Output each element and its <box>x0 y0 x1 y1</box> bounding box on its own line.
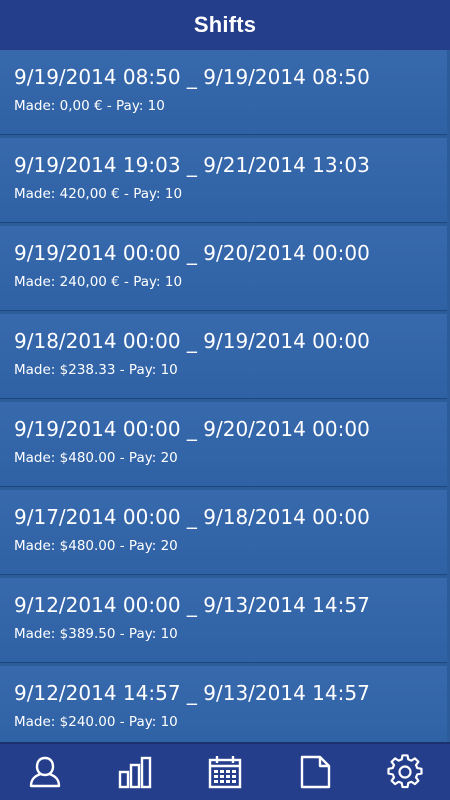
shift-details: Made: 420,00 € - Pay: 10 <box>14 186 183 202</box>
shift-details: Made: $238.33 - Pay: 10 <box>14 362 178 378</box>
shift-range: 9/12/2014 00:00 _ 9/13/2014 14:57 <box>14 593 370 617</box>
shift-row[interactable]: 9/19/2014 19:03 _ 9/21/2014 13:03 Made: … <box>0 138 447 223</box>
tab-calendar[interactable] <box>197 747 253 797</box>
shift-range: 9/19/2014 19:03 _ 9/21/2014 13:03 <box>14 153 370 177</box>
shift-details: Made: $480.00 - Pay: 20 <box>14 538 178 554</box>
shift-range: 9/19/2014 08:50 _ 9/19/2014 08:50 <box>14 65 370 89</box>
shift-range: 9/18/2014 00:00 _ 9/19/2014 00:00 <box>14 329 370 353</box>
app-header: Shifts <box>0 0 450 50</box>
shift-details: Made: $480.00 - Pay: 20 <box>14 450 178 466</box>
document-icon <box>300 755 331 789</box>
person-icon <box>29 756 61 788</box>
shift-details: Made: 240,00 € - Pay: 10 <box>14 274 183 290</box>
gear-icon <box>387 754 423 789</box>
shift-range: 9/17/2014 00:00 _ 9/18/2014 00:00 <box>14 505 370 529</box>
bottom-tab-bar <box>0 742 450 800</box>
shift-details: Made: $240.00 - Pay: 10 <box>14 714 178 730</box>
shift-details: Made: $389.50 - Pay: 10 <box>14 626 178 642</box>
tab-statistics[interactable] <box>107 747 163 797</box>
shift-row[interactable]: 9/19/2014 08:50 _ 9/19/2014 08:50 Made: … <box>0 50 447 135</box>
shift-range: 9/19/2014 00:00 _ 9/20/2014 00:00 <box>14 417 370 441</box>
shift-list[interactable]: 9/19/2014 08:50 _ 9/19/2014 08:50 Made: … <box>0 50 450 744</box>
shift-row[interactable]: 9/19/2014 00:00 _ 9/20/2014 00:00 Made: … <box>0 402 447 487</box>
tab-settings[interactable] <box>377 747 433 797</box>
tab-reports[interactable] <box>287 747 343 797</box>
shift-row[interactable]: 9/17/2014 00:00 _ 9/18/2014 00:00 Made: … <box>0 490 447 575</box>
tab-profile[interactable] <box>17 747 73 797</box>
shift-details: Made: 0,00 € - Pay: 10 <box>14 98 165 114</box>
calendar-icon <box>208 756 242 789</box>
shift-row[interactable]: 9/19/2014 00:00 _ 9/20/2014 00:00 Made: … <box>0 226 447 311</box>
shift-range: 9/12/2014 14:57 _ 9/13/2014 14:57 <box>14 681 370 705</box>
shift-row[interactable]: 9/12/2014 14:57 _ 9/13/2014 14:57 Made: … <box>0 666 447 744</box>
page-title: Shifts <box>193 12 257 37</box>
shift-row[interactable]: 9/18/2014 00:00 _ 9/19/2014 00:00 Made: … <box>0 314 447 399</box>
shift-row[interactable]: 9/12/2014 00:00 _ 9/13/2014 14:57 Made: … <box>0 578 447 663</box>
bar-chart-icon <box>118 756 152 789</box>
shift-range: 9/19/2014 00:00 _ 9/20/2014 00:00 <box>14 241 370 265</box>
